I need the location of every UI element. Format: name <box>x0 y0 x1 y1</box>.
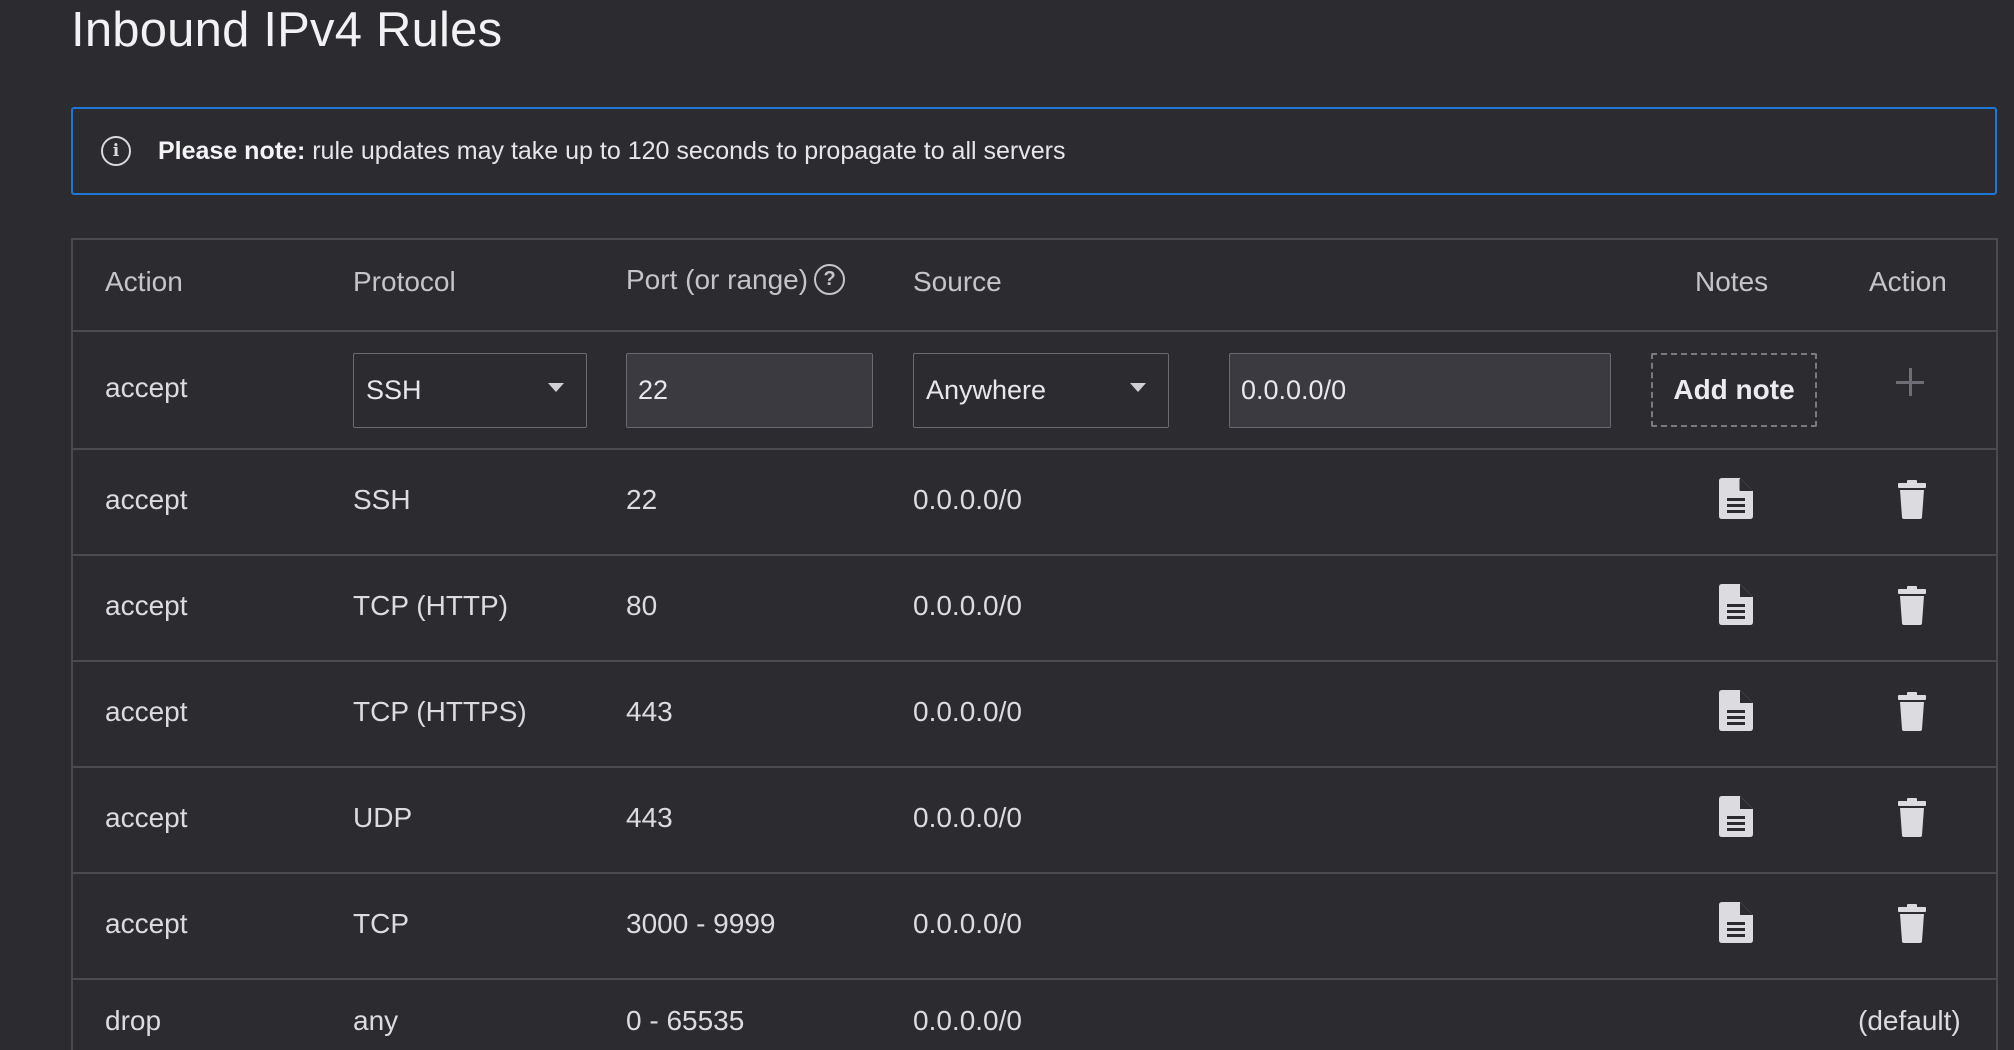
trash-icon[interactable] <box>1898 480 1926 519</box>
header-port: Port (or range)? <box>626 264 846 297</box>
source-select-value: Anywhere <box>926 375 1047 405</box>
row-port: 0 - 65535 <box>626 1005 745 1036</box>
row-action: accept <box>105 696 188 727</box>
row-port: 443 <box>626 696 673 727</box>
header-source: Source <box>913 266 1002 297</box>
notice-banner: i Please note: rule updates may take up … <box>71 107 1997 195</box>
table-row: accept TCP 3000 - 9999 0.0.0.0/0 <box>73 874 1996 980</box>
row-source: 0.0.0.0/0 <box>913 590 1022 621</box>
protocol-select[interactable]: SSH <box>353 353 587 428</box>
table-header: Action Protocol Port (or range)? Source … <box>73 240 1996 332</box>
page-title: Inbound IPv4 Rules <box>71 3 503 57</box>
row-port: 22 <box>626 484 658 515</box>
row-protocol: TCP (HTTPS) <box>353 696 527 727</box>
header-protocol: Protocol <box>353 266 456 297</box>
rules-table: Action Protocol Port (or range)? Source … <box>71 238 1998 1050</box>
document-icon[interactable] <box>1719 584 1753 625</box>
header-port-label: Port (or range) <box>626 264 809 295</box>
row-protocol: any <box>353 1005 399 1036</box>
row-port: 3000 - 9999 <box>626 908 776 939</box>
protocol-select-value: SSH <box>366 375 422 405</box>
table-row: accept UDP 443 0.0.0.0/0 <box>73 768 1996 874</box>
source-cidr-value: 0.0.0.0/0 <box>1241 375 1347 405</box>
row-source: 0.0.0.0/0 <box>913 802 1022 833</box>
row-source: 0.0.0.0/0 <box>913 908 1022 939</box>
row-action: drop <box>105 1005 162 1036</box>
document-icon[interactable] <box>1719 796 1753 837</box>
row-port: 80 <box>626 590 658 621</box>
row-source: 0.0.0.0/0 <box>913 1005 1022 1036</box>
default-label: (default) <box>1858 1005 1961 1036</box>
trash-icon[interactable] <box>1898 586 1926 625</box>
header-notes: Notes <box>1695 266 1769 297</box>
port-input[interactable]: 22 <box>626 353 873 428</box>
row-protocol: TCP (HTTP) <box>353 590 509 621</box>
row-port: 443 <box>626 802 673 833</box>
row-action: accept <box>105 802 188 833</box>
row-protocol: UDP <box>353 802 413 833</box>
row-source: 0.0.0.0/0 <box>913 696 1022 727</box>
row-protocol: SSH <box>353 484 411 515</box>
document-icon[interactable] <box>1719 690 1753 731</box>
source-select[interactable]: Anywhere <box>913 353 1169 428</box>
table-row: accept TCP (HTTPS) 443 0.0.0.0/0 <box>73 662 1996 768</box>
trash-icon[interactable] <box>1898 692 1926 731</box>
header-action-2: Action <box>1869 266 1947 297</box>
row-action: accept <box>105 590 188 621</box>
document-icon[interactable] <box>1719 478 1753 519</box>
row-protocol: TCP <box>353 908 409 939</box>
notice-text: Please note: rule updates may take up to… <box>158 137 1065 166</box>
trash-icon[interactable] <box>1898 798 1926 837</box>
table-row-default: drop any 0 - 65535 0.0.0.0/0 (default) <box>73 980 1996 1050</box>
document-icon[interactable] <box>1719 902 1753 943</box>
info-icon: i <box>101 136 131 166</box>
table-row: accept TCP (HTTP) 80 0.0.0.0/0 <box>73 556 1996 662</box>
new-rule-row: accept SSH 22 Anywhere 0.0.0.0/0 Add not… <box>73 332 1996 450</box>
page: Inbound IPv4 Rules i Please note: rule u… <box>0 0 2014 1050</box>
help-icon[interactable]: ? <box>814 264 846 296</box>
header-action: Action <box>105 266 183 297</box>
source-cidr-input[interactable]: 0.0.0.0/0 <box>1229 353 1611 428</box>
add-note-button[interactable]: Add note <box>1651 353 1817 427</box>
row-source: 0.0.0.0/0 <box>913 484 1022 515</box>
plus-icon[interactable] <box>1896 368 1924 396</box>
trash-icon[interactable] <box>1898 904 1926 943</box>
notice-bold: Please note: <box>158 136 306 165</box>
port-input-value: 22 <box>638 375 669 405</box>
row-action: accept <box>105 484 188 515</box>
chevron-down-icon <box>548 383 564 392</box>
notice-message: rule updates may take up to 120 seconds … <box>305 136 1066 165</box>
chevron-down-icon <box>1130 383 1146 392</box>
new-rule-action: accept <box>105 372 188 403</box>
row-action: accept <box>105 908 188 939</box>
table-row: accept SSH 22 0.0.0.0/0 <box>73 450 1996 556</box>
